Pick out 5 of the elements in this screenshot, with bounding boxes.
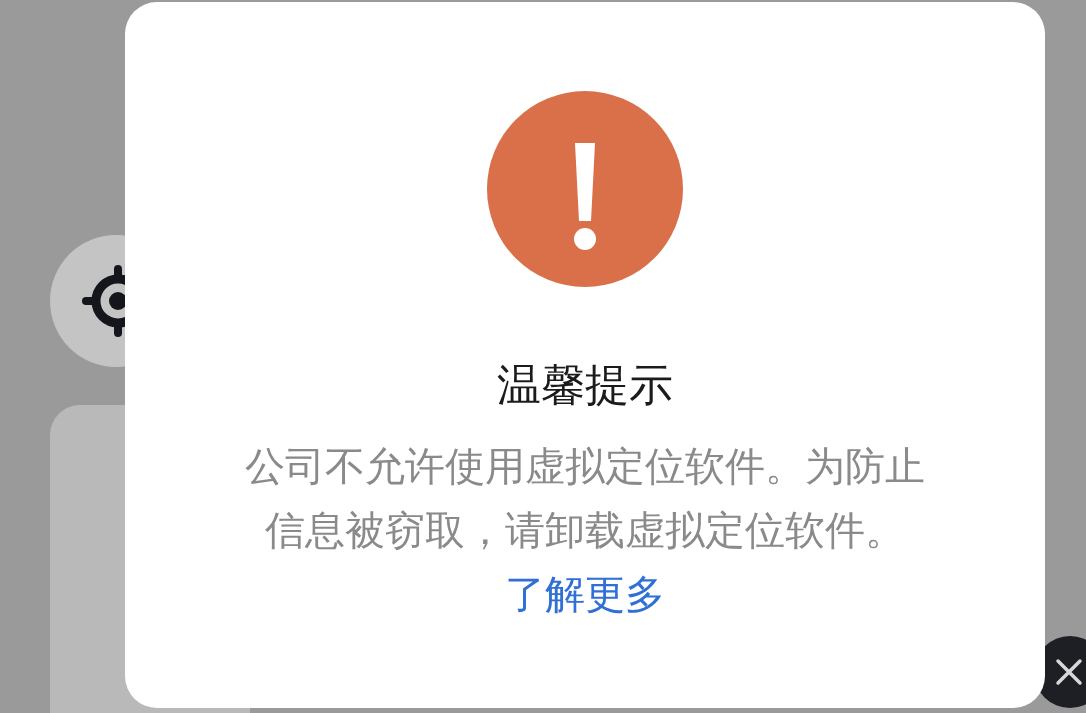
dialog-title: 温馨提示 xyxy=(497,359,673,412)
dialog-message: 公司不允许使用虚拟定位软件。为防止信息被窃取，请卸载虚拟定位软件。 了解更多 xyxy=(244,441,926,619)
learn-more-link[interactable]: 了解更多 xyxy=(505,570,665,617)
warning-icon xyxy=(487,91,683,287)
close-icon xyxy=(1054,657,1084,687)
